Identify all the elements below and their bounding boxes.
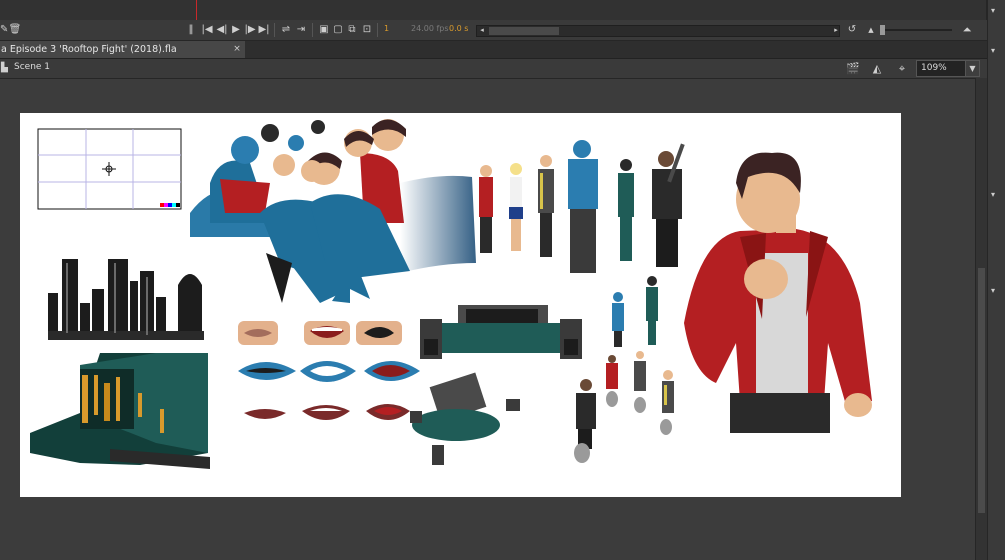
slider-knob[interactable] (880, 25, 885, 35)
scene-label[interactable]: Scene 1 (14, 62, 50, 72)
center-frame-icon[interactable]: ⇥ (294, 23, 308, 37)
play-first-icon[interactable]: |◀ (200, 23, 214, 37)
city-skyline[interactable] (48, 259, 204, 340)
character-crowd[interactable] (190, 119, 410, 303)
playhead[interactable] (196, 0, 197, 20)
collapse-arrow-icon[interactable]: ▾ (991, 286, 995, 295)
chevron-down-icon[interactable]: ▼ (965, 61, 979, 76)
delete-layer-icon[interactable]: 🗑 (8, 23, 22, 37)
onion-outline-icon[interactable]: ▢ (331, 23, 345, 37)
edit-symbols-icon[interactable]: ◭ (869, 61, 885, 76)
collapse-arrow-icon[interactable]: ▾ (991, 6, 995, 15)
close-tab-icon[interactable]: × (231, 41, 243, 58)
undo-icon[interactable]: ↺ (845, 23, 859, 37)
layer-pencil-icon[interactable]: ✎ (0, 23, 8, 37)
scrollbar-thumb[interactable] (489, 27, 559, 35)
current-frame[interactable]: 1 (384, 24, 389, 33)
edit-multiple-icon[interactable]: ⧉ (345, 23, 359, 37)
scroll-right-icon[interactable]: ▸ (829, 23, 843, 37)
loop-icon[interactable]: ⇌ (279, 23, 293, 37)
small-characters[interactable] (574, 276, 674, 463)
zoom-in-mountain-icon[interactable]: ⏶ (958, 23, 976, 37)
mouth-chart[interactable] (238, 321, 420, 420)
collapse-arrow-icon[interactable]: ▾ (991, 46, 995, 55)
onion-skin-icon[interactable]: ▣ (317, 23, 331, 37)
elapsed-time[interactable]: 0.0 s (449, 24, 468, 33)
play-icon[interactable]: ▶ (229, 23, 243, 37)
collapse-arrow-icon[interactable]: ▾ (991, 190, 995, 199)
teal-building[interactable] (30, 353, 210, 469)
timeline-control-bar: ‖ ✎ 🗑 |◀ ◀| ▶ |▶ ▶| ⇌ ⇥ ▣ ▢ ⧉ ⊡ 1 24.00 … (0, 20, 1005, 41)
hero-red-jacket[interactable] (684, 152, 872, 433)
onion-markers-icon[interactable]: ⊡ (360, 23, 374, 37)
center-stage-icon[interactable]: ⌖ (894, 61, 910, 76)
step-back-icon[interactable]: ◀| (215, 23, 229, 37)
character-grey-gold (538, 155, 554, 257)
character-red-vest (479, 165, 493, 253)
resize-grip-icon[interactable]: ‖ (184, 23, 198, 37)
character-teal-female (618, 159, 634, 261)
divider (312, 23, 313, 37)
camera-frame[interactable] (37, 128, 182, 210)
scroll-left-icon[interactable]: ◂ (475, 23, 489, 37)
zoom-value[interactable]: 109% (921, 63, 947, 73)
timeline-frames-area[interactable] (0, 0, 1005, 21)
edit-bar: ▙ Scene 1 🎬 ◭ ⌖ 109% ▼ (0, 59, 1005, 79)
zoom-out-mountain-icon[interactable]: ▲ (864, 23, 878, 37)
lineup-characters[interactable] (479, 140, 685, 273)
character-dark-armored (652, 143, 685, 267)
frame-rate[interactable]: 24.00 fps (411, 24, 449, 33)
divider (274, 23, 275, 37)
character-blonde (509, 163, 523, 251)
character-blue-tall (568, 140, 598, 273)
step-forward-icon[interactable]: |▶ (243, 23, 257, 37)
zoom-control[interactable]: 109% ▼ (916, 60, 980, 77)
stage-canvas[interactable] (20, 113, 901, 497)
document-tab-bar: a Episode 3 'Rooftop Fight' (2018).fla × (0, 41, 1005, 59)
scrollbar-thumb[interactable] (978, 268, 985, 513)
timeline-zoom-slider[interactable] (880, 25, 952, 35)
timeline-horizontal-scrollbar[interactable] (476, 25, 840, 37)
document-tab[interactable]: a Episode 3 'Rooftop Fight' (2018).fla (0, 41, 245, 58)
motion-blur (400, 175, 476, 273)
right-panel-dock: ▾ ▾ ▾ ▾ (987, 0, 1005, 560)
hovercraft[interactable] (420, 305, 582, 359)
play-last-icon[interactable]: ▶| (257, 23, 271, 37)
edit-scene-icon[interactable]: 🎬 (845, 61, 861, 76)
hovercraft-small[interactable] (410, 372, 520, 465)
document-tab-label: a Episode 3 'Rooftop Fight' (2018).fla (1, 44, 177, 55)
divider (377, 23, 378, 37)
scene-clapper-icon: ▙ (1, 63, 8, 73)
